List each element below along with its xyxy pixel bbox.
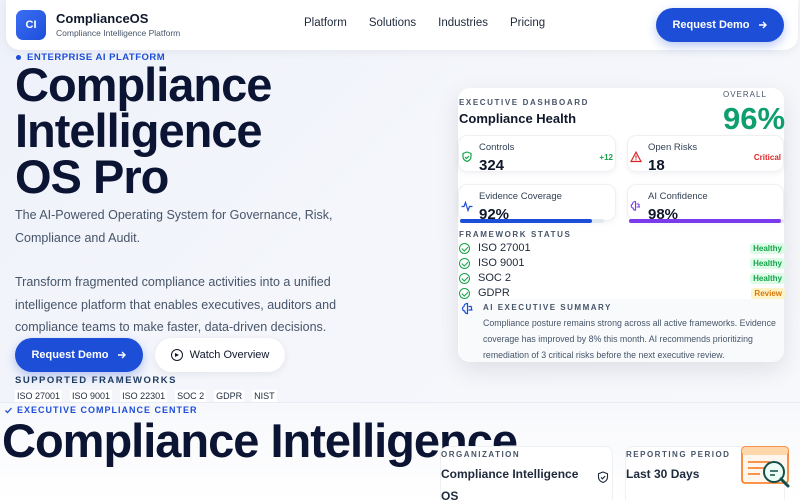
nav-link-pricing[interactable]: Pricing <box>510 17 545 29</box>
organization-card: ORGANIZATION Compliance Intelligence OS <box>440 446 613 500</box>
critical-badge: Critical <box>753 153 781 162</box>
brand-tagline: Compliance Intelligence Platform <box>56 28 181 38</box>
hero-title-line-3: OS Pro <box>15 150 169 203</box>
dashboard-title: Compliance Health <box>459 111 577 126</box>
ai-summary-title: AI EXECUTIVE SUMMARY <box>483 303 612 312</box>
framework-status-row[interactable]: ISO 27001 Healthy <box>459 242 785 257</box>
framework-status-row[interactable]: SOC 2 Healthy <box>459 272 785 287</box>
open-risks-tile[interactable]: Open Risks 18 Critical <box>627 135 784 174</box>
hero-title-line-2: Intelligence <box>15 104 263 157</box>
evidence-progress-fill <box>460 219 593 223</box>
framework-name: SOC 2 <box>478 272 512 284</box>
brand-name[interactable]: ComplianceOS <box>56 11 148 26</box>
framework-name: ISO 9001 <box>478 257 525 269</box>
framework-chip: GDPR <box>214 390 245 402</box>
ai-confidence-progress-bar <box>629 219 784 223</box>
ai-confidence-tile[interactable]: AI Confidence 98% <box>627 184 784 223</box>
status-badge: Healthy <box>750 273 785 284</box>
executive-dashboard-card: EXECUTIVE DASHBOARD Compliance Health OV… <box>458 88 786 362</box>
tile-label: AI Confidence <box>648 191 708 202</box>
report-search-icon <box>741 446 790 488</box>
hero-request-demo-label: Request Demo <box>31 349 109 361</box>
warning-triangle-icon <box>630 151 642 163</box>
check-circle-icon <box>459 273 470 284</box>
framework-chip: NIST <box>252 390 277 402</box>
brain-icon <box>461 302 473 315</box>
hero-request-demo-button[interactable]: Request Demo <box>15 338 143 372</box>
reporting-period-value: Last 30 Days <box>626 467 700 481</box>
hero-description: The AI-Powered Operating System for Gove… <box>15 208 333 245</box>
nav-links: Platform Solutions Industries Pricing <box>304 17 567 29</box>
evidence-coverage-tile[interactable]: Evidence Coverage 92% <box>458 184 616 223</box>
hero-title-line-1: Compliance <box>15 58 272 111</box>
tile-label: Open Risks <box>648 142 698 153</box>
framework-name: ISO 27001 <box>478 242 531 254</box>
tile-label: Evidence Coverage <box>479 191 562 202</box>
play-icon <box>170 349 183 361</box>
tile-label: Controls <box>479 142 515 153</box>
ai-executive-summary: AI EXECUTIVE SUMMARY Compliance posture … <box>459 299 784 362</box>
watch-overview-button[interactable]: Watch Overview <box>155 338 285 372</box>
framework-status-title: FRAMEWORK STATUS <box>459 230 572 239</box>
supported-frameworks-title: SUPPORTED FRAMEWORKS <box>15 375 177 386</box>
nav-link-industries[interactable]: Industries <box>438 17 488 29</box>
tile-value: 324 <box>479 157 505 174</box>
nav-link-solutions[interactable]: Solutions <box>369 17 416 29</box>
tile-change-badge: +12 <box>599 153 613 162</box>
shield-check-icon <box>597 471 609 484</box>
hero-title: Compliance Intelligence OS Pro <box>15 58 315 203</box>
shield-check-icon <box>462 151 472 163</box>
organization-value: Compliance Intelligence OS <box>441 467 579 500</box>
request-demo-label: Request Demo <box>672 19 750 31</box>
dashboard-kicker: EXECUTIVE DASHBOARD <box>459 98 589 107</box>
framework-chip: SOC 2 <box>175 390 207 402</box>
executive-compliance-center-section: EXECUTIVE COMPLIANCE CENTER Compliance I… <box>0 402 800 500</box>
request-demo-button[interactable]: Request Demo <box>656 8 784 42</box>
overall-score: 96% <box>723 101 786 136</box>
organization-label: ORGANIZATION <box>441 450 521 459</box>
ai-summary-text: Compliance posture remains strong across… <box>483 318 776 360</box>
status-badge: Review <box>751 288 785 299</box>
ai-confidence-progress-fill <box>629 219 781 223</box>
brand-logo[interactable]: CI <box>16 10 46 40</box>
check-circle-icon <box>459 243 470 254</box>
reporting-period-label: REPORTING PERIOD <box>626 450 731 459</box>
framework-chip: ISO 9001 <box>70 390 113 402</box>
arrow-right-icon <box>758 21 767 29</box>
check-circle-icon <box>459 288 470 299</box>
framework-chip: ISO 27001 <box>15 390 63 402</box>
top-navbar: CI ComplianceOS Compliance Intelligence … <box>6 0 798 50</box>
status-badge: Healthy <box>750 258 785 269</box>
nav-link-platform[interactable]: Platform <box>304 17 347 29</box>
evidence-progress-bar <box>460 219 604 223</box>
arrow-right-icon <box>117 351 126 359</box>
hero-description-2: Transform fragmented compliance activiti… <box>15 275 337 334</box>
pulse-icon <box>461 200 473 212</box>
framework-chip: ISO 22301 <box>120 390 168 402</box>
check-circle-icon <box>459 258 470 269</box>
tile-value: 18 <box>648 157 665 174</box>
status-badge: Healthy <box>750 243 785 254</box>
controls-tile[interactable]: Controls 324 +12 <box>458 135 616 174</box>
brain-icon <box>630 200 640 211</box>
framework-name: GDPR <box>478 287 510 299</box>
watch-overview-label: Watch Overview <box>189 349 270 361</box>
overall-label: OVERALL <box>723 90 767 99</box>
supported-frameworks-list: ISO 27001 ISO 9001 ISO 22301 SOC 2 GDPR … <box>15 390 277 402</box>
framework-status-row[interactable]: ISO 9001 Healthy <box>459 257 785 272</box>
